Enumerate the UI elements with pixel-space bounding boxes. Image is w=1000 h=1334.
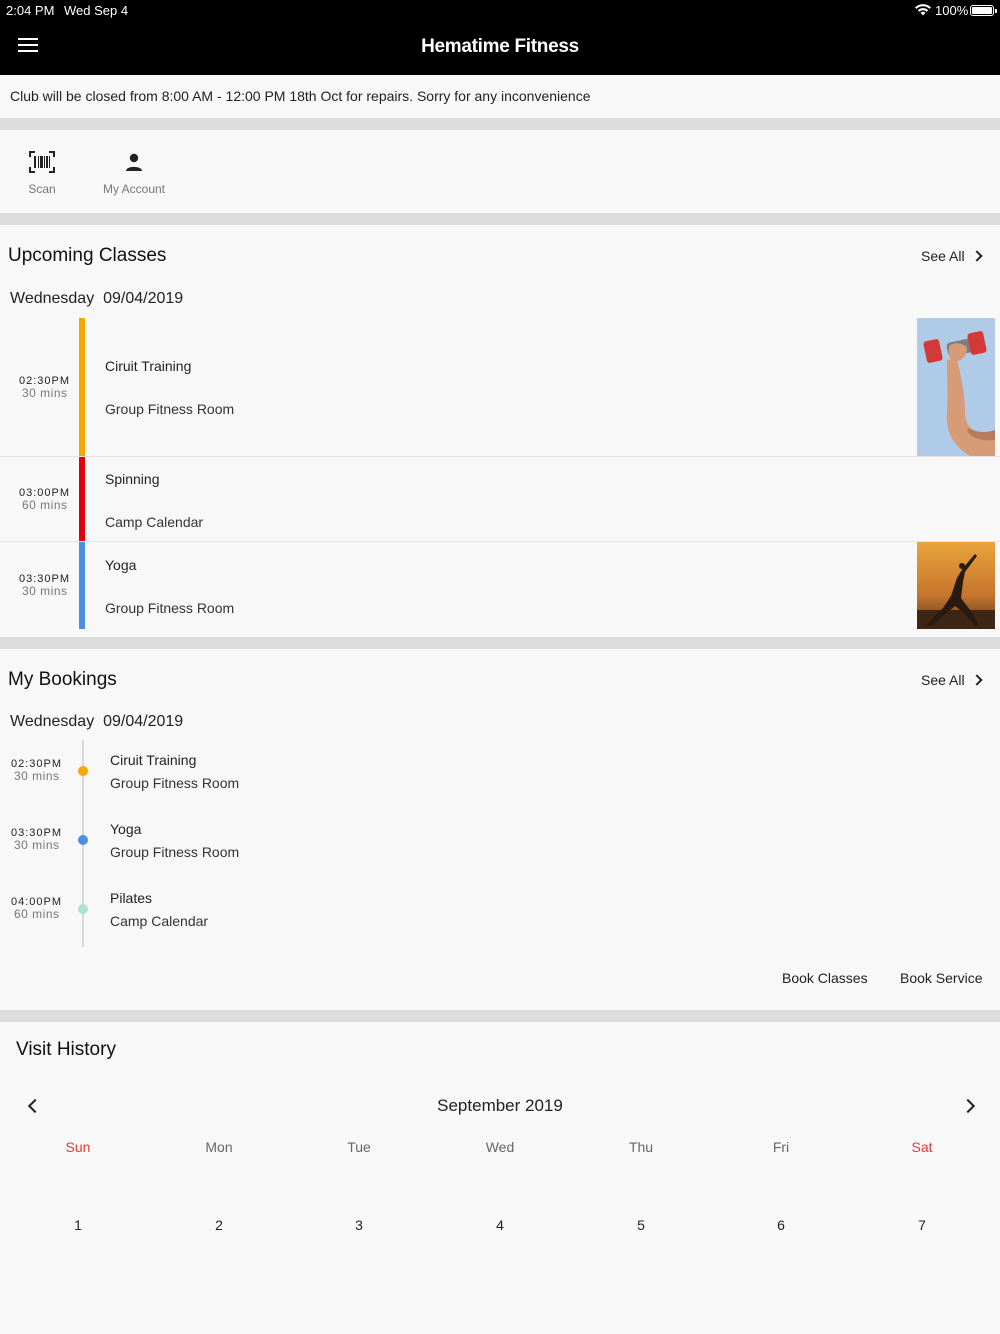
weekday-fri: Fri	[772, 1139, 790, 1155]
calendar-day[interactable]: 3	[319, 1217, 399, 1233]
class-name: Yoga	[105, 557, 137, 573]
calendar-day[interactable]: 7	[882, 1217, 962, 1233]
booking-time: 03:30PM 30 mins	[11, 827, 62, 851]
scan-button[interactable]: Scan	[18, 130, 66, 213]
my-account-label: My Account	[102, 182, 166, 196]
bookings-date: 09/04/2019	[103, 713, 184, 730]
bookings-see-all-link[interactable]: See All	[921, 672, 983, 688]
booking-time: 04:00PM 60 mins	[11, 896, 62, 920]
calendar-day[interactable]: 4	[460, 1217, 540, 1233]
upcoming-see-all-link[interactable]: See All	[921, 248, 983, 264]
see-all-label: See All	[921, 672, 965, 688]
chevron-right-icon	[970, 674, 983, 686]
weekday-sun: Sun	[65, 1139, 91, 1155]
battery-percent: 100%	[935, 3, 969, 18]
section-divider	[0, 637, 1000, 649]
weekday-mon: Mon	[205, 1139, 233, 1155]
bookings-weekday: Wednesday	[10, 713, 95, 730]
booking-name: Pilates	[110, 890, 153, 906]
class-row[interactable]: 03:00PM 60 mins Spinning Camp Calendar	[0, 457, 1000, 542]
weekday-thu: Thu	[628, 1139, 654, 1155]
timeline-dot	[78, 904, 88, 914]
booking-room: Group Fitness Room	[110, 844, 240, 860]
class-name: Spinning	[105, 471, 160, 487]
class-time: 02:30PM 30 mins	[19, 375, 70, 399]
status-date: Wed Sep 4	[64, 3, 129, 18]
booking-name: Yoga	[110, 821, 142, 837]
book-service-button[interactable]: Book Service	[900, 970, 982, 986]
status-time: 2:04 PM	[6, 3, 55, 18]
quick-actions: Scan My Account	[0, 130, 1000, 213]
booking-duration: 60 mins	[14, 907, 60, 921]
booking-room: Group Fitness Room	[110, 775, 240, 791]
barcode-scan-icon	[29, 151, 55, 173]
booking-time: 02:30PM 30 mins	[11, 758, 62, 782]
class-duration: 30 mins	[22, 584, 68, 598]
class-duration: 60 mins	[22, 498, 68, 512]
class-time: 03:00PM 60 mins	[19, 487, 70, 511]
chevron-right-icon	[970, 250, 983, 262]
weekday-wed: Wed	[485, 1139, 515, 1155]
booking-duration: 30 mins	[14, 838, 60, 852]
booking-item[interactable]: 04:00PM 60 mins Pilates Camp Calendar	[0, 878, 1000, 938]
class-image-dumbbell	[917, 318, 995, 456]
class-duration: 30 mins	[22, 386, 68, 400]
class-room: Group Fitness Room	[105, 600, 235, 616]
class-image-yoga	[917, 542, 995, 629]
weekday-tue: Tue	[347, 1139, 371, 1155]
section-divider	[0, 1010, 1000, 1022]
booking-item[interactable]: 03:30PM 30 mins Yoga Group Fitness Room	[0, 809, 1000, 869]
calendar-month-title: September 2019	[437, 1096, 563, 1115]
calendar-day[interactable]: 6	[741, 1217, 821, 1233]
book-classes-button[interactable]: Book Classes	[782, 970, 868, 986]
status-bar: 2:04 PM Wed Sep 4 100%	[0, 0, 1000, 20]
section-divider	[0, 118, 1000, 130]
calendar-day[interactable]: 5	[601, 1217, 681, 1233]
app-header: Hematime Fitness	[0, 20, 1000, 75]
section-divider	[0, 213, 1000, 225]
calendar-next-month-icon[interactable]	[963, 1099, 975, 1111]
wifi-icon	[915, 4, 931, 16]
visit-history-title: Visit History	[16, 1039, 116, 1060]
scan-label: Scan	[28, 182, 56, 196]
class-color-bar	[79, 457, 85, 541]
upcoming-classes-title: Upcoming Classes	[8, 245, 167, 266]
my-account-button[interactable]: My Account	[98, 130, 170, 213]
bookings-date-header: Wednesday 09/04/2019	[10, 713, 183, 731]
class-room: Camp Calendar	[105, 514, 204, 530]
booking-item[interactable]: 02:30PM 30 mins Ciruit Training Group Fit…	[0, 740, 1000, 800]
upcoming-date: 09/04/2019	[103, 290, 184, 307]
timeline-dot	[78, 766, 88, 776]
booking-name: Ciruit Training	[110, 752, 197, 768]
see-all-label: See All	[921, 248, 965, 264]
person-icon	[126, 153, 142, 171]
class-name: Ciruit Training	[105, 358, 192, 374]
upcoming-weekday: Wednesday	[10, 290, 95, 307]
calendar-day[interactable]: 2	[179, 1217, 259, 1233]
class-row[interactable]: 02:30PM 30 mins Ciruit Training Group Fit…	[0, 318, 1000, 457]
class-color-bar	[79, 542, 85, 629]
app-title: Hematime Fitness	[421, 36, 579, 57]
my-bookings-title: My Bookings	[8, 669, 117, 690]
upcoming-date-header: Wednesday 09/04/2019	[10, 290, 183, 308]
booking-room: Camp Calendar	[110, 913, 209, 929]
class-room: Group Fitness Room	[105, 401, 235, 417]
weekday-sat: Sat	[911, 1139, 933, 1155]
class-row[interactable]: 03:30PM 30 mins Yoga Group Fitness Room	[0, 542, 1000, 629]
closure-notice: Club will be closed from 8:00 AM - 12:00…	[0, 75, 1000, 118]
battery-icon	[970, 5, 997, 16]
class-color-bar	[79, 318, 85, 456]
booking-duration: 30 mins	[14, 769, 60, 783]
calendar-day[interactable]: 1	[38, 1217, 118, 1233]
class-time: 03:30PM 30 mins	[19, 573, 70, 597]
timeline-dot	[78, 835, 88, 845]
